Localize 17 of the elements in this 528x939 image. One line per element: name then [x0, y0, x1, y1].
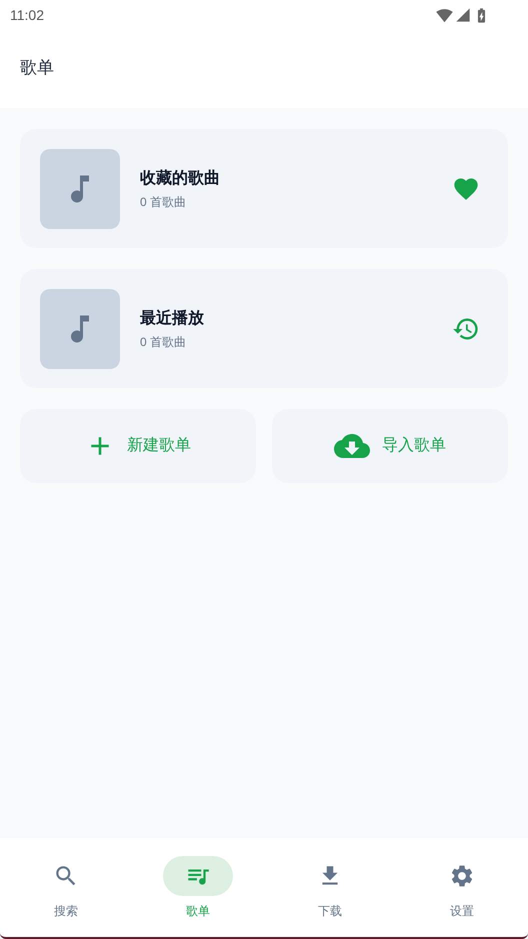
signal-icon	[455, 7, 471, 23]
nav-tab[interactable]: 下载	[264, 856, 396, 920]
playlist-count: 0 首歌曲	[140, 194, 188, 210]
action-button[interactable]: 导入歌单	[272, 409, 508, 483]
wifi-icon	[436, 6, 453, 24]
playlist-card[interactable]: 最近播放 0 首歌曲	[20, 269, 508, 388]
nav-tab[interactable]: 搜索	[0, 856, 132, 920]
playlist-card[interactable]: 收藏的歌曲 0 首歌曲	[20, 129, 508, 248]
nav-tab[interactable]: 设置	[396, 856, 528, 920]
playlist-title: 收藏的歌曲	[140, 168, 221, 188]
playlist-title: 最近播放	[140, 308, 205, 328]
nav-tab[interactable]: 歌单	[132, 856, 264, 920]
action-button[interactable]: 新建歌单	[20, 409, 256, 483]
status-time: 11:02	[10, 6, 44, 24]
playlist-count: 0 首歌曲	[140, 334, 188, 350]
page-title: 歌单	[20, 57, 54, 80]
settings-icon	[449, 863, 475, 889]
